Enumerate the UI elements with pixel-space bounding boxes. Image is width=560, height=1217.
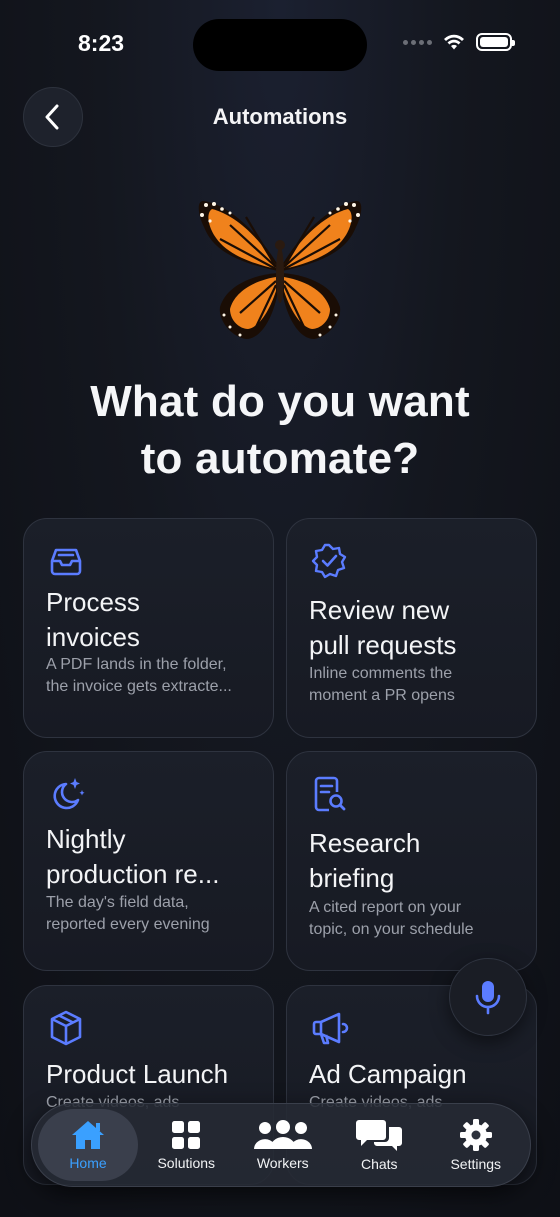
tab-label: Workers: [256, 1155, 309, 1171]
dynamic-island: [193, 19, 367, 71]
tab-workers[interactable]: Workers: [235, 1109, 332, 1181]
package-box-icon: [50, 1010, 82, 1046]
document-search-icon: [314, 776, 346, 812]
butterfly-logo-icon: [198, 200, 362, 339]
tab-chats[interactable]: Chats: [331, 1109, 428, 1181]
card-title: Process invoices: [46, 587, 140, 652]
tab-label: Solutions: [157, 1155, 216, 1171]
cellular-signal-icon: [403, 39, 432, 45]
tab-label: Chats: [360, 1156, 398, 1172]
grid-icon: [172, 1121, 201, 1149]
home-icon: [72, 1121, 104, 1149]
card-title: Ad Campaign: [309, 1059, 467, 1089]
card-title: Research briefing: [309, 828, 421, 893]
voice-input-button[interactable]: [449, 958, 527, 1036]
tab-home[interactable]: Home: [38, 1109, 138, 1181]
card-title: Nightly production re...: [46, 824, 220, 889]
tab-bar: Home Solutions Workers Chats Settings: [31, 1103, 531, 1187]
headline-line-1: What do you want: [90, 377, 470, 426]
headline-line-2: to automate?: [140, 434, 420, 483]
tab-label: Settings: [450, 1156, 502, 1172]
people-icon: [253, 1120, 312, 1149]
moon-stars-icon: [53, 778, 85, 810]
page-title: Automations: [212, 104, 348, 129]
inbox-tray-icon: [50, 548, 82, 576]
card-description: The day's field data, reported every eve…: [46, 894, 210, 933]
wifi-icon: [444, 34, 464, 50]
card-research-briefing[interactable]: Research briefing A cited report on your…: [286, 751, 537, 971]
megaphone-icon: [312, 1012, 349, 1045]
verified-badge-icon: [311, 543, 347, 579]
tab-settings[interactable]: Settings: [428, 1109, 525, 1181]
battery-icon: [476, 33, 515, 51]
card-process-invoices[interactable]: Process invoices A PDF lands in the fold…: [23, 518, 274, 738]
tab-label: Home: [69, 1155, 107, 1171]
card-review-pull-requests[interactable]: Review new pull requests Inline comments…: [286, 518, 537, 738]
card-description: Inline comments the moment a PR opens: [309, 665, 455, 704]
card-title: Review new pull requests: [309, 595, 457, 660]
card-title: Product Launch: [46, 1059, 229, 1089]
microphone-icon: [475, 981, 501, 1015]
chat-bubbles-icon: [356, 1120, 403, 1151]
tab-solutions[interactable]: Solutions: [138, 1109, 235, 1181]
card-description: A PDF lands in the folder, the invoice g…: [46, 656, 232, 695]
status-icons: [403, 33, 515, 51]
headline: What do you want to automate?: [40, 373, 520, 487]
card-nightly-production-report[interactable]: Nightly production re... The day's field…: [23, 751, 274, 971]
gear-icon: [459, 1119, 492, 1151]
status-bar: 8:23: [0, 0, 560, 90]
card-description: A cited report on your topic, on your sc…: [309, 899, 474, 938]
status-time: 8:23: [78, 30, 125, 56]
